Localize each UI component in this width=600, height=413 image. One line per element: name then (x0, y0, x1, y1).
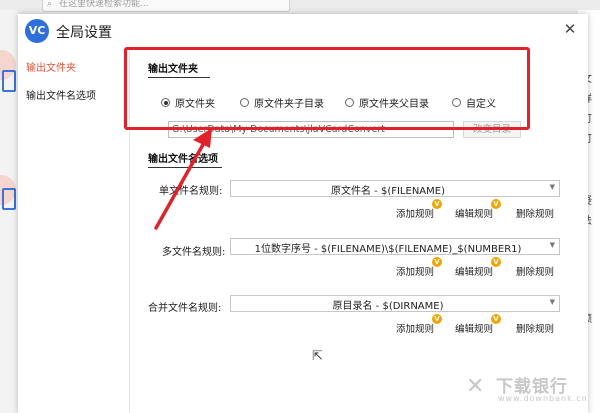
mouse-cursor-icon: ⇱ (312, 349, 323, 364)
radio-unchecked-icon (240, 98, 249, 107)
merge-file-rule-label: 合并文件名规则: (148, 303, 222, 314)
radio-unchecked-icon (345, 98, 354, 107)
nav-item-output-folder[interactable]: 输出文件夹 (26, 59, 76, 74)
vip-badge-icon: V (491, 199, 501, 209)
radio-original-subfolder[interactable]: 原文件夹子目录 (240, 95, 324, 110)
edit-rule-link[interactable]: 编辑规则 (455, 321, 493, 335)
dialog-title: 全局设置 (56, 25, 112, 41)
output-path-input[interactable] (168, 121, 454, 138)
dropdown-caret-icon: ▼ (549, 183, 555, 191)
edit-rule-link[interactable]: 编辑规则 (455, 206, 493, 220)
delete-rule-link[interactable]: 删除规则 (516, 264, 554, 278)
search-icon: ⌕ (47, 0, 53, 9)
background-search-input: ⌕ 在这里快速检索功能... (42, 0, 290, 12)
background-document-icon (2, 70, 16, 92)
watermark-logo-icon: ✕ (466, 374, 485, 399)
vip-badge-icon: V (432, 199, 442, 209)
dialog-title-bar: VC 全局设置 ✕ (18, 14, 588, 46)
vip-badge-icon: V (491, 314, 501, 324)
settings-nav: 输出文件夹 输出文件名选项 (18, 47, 130, 413)
output-folder-section-title: 输出文件夹 (148, 60, 210, 78)
dropdown-caret-icon: ▼ (549, 298, 555, 306)
vip-badge-icon: V (432, 257, 442, 267)
radio-original-parent-folder[interactable]: 原文件夹父目录 (345, 95, 429, 110)
radio-checked-icon (161, 98, 170, 107)
delete-rule-link[interactable]: 删除规则 (516, 206, 554, 220)
merge-file-rule-select[interactable]: 原目录名 - $(DIRNAME) ▼ (230, 295, 560, 312)
single-file-rule-label: 单文件名规则: (159, 186, 223, 197)
change-directory-button[interactable]: 改变目录 (463, 121, 521, 138)
search-placeholder: 在这里快速检索功能... (59, 0, 149, 9)
edit-rule-link[interactable]: 编辑规则 (455, 264, 493, 278)
background-document-icon (2, 188, 16, 210)
close-icon[interactable]: ✕ (562, 21, 578, 37)
watermark: ✕ 下载银行 www.downbank.cn (462, 370, 598, 410)
radio-custom[interactable]: 自定义 (452, 95, 496, 110)
single-file-rule-select[interactable]: 原文件名 - $(FILENAME) ▼ (230, 180, 560, 197)
global-settings-dialog: VC 全局设置 ✕ 输出文件夹 输出文件名选项 输出文件夹 原文件夹 原文件夹子… (18, 14, 588, 413)
nav-item-filename-options[interactable]: 输出文件名选项 (26, 87, 96, 102)
radio-original-folder[interactable]: 原文件夹 (161, 95, 215, 110)
app-logo-icon: VC (25, 19, 49, 43)
add-rule-link[interactable]: 添加规则 (396, 321, 434, 335)
background-left-strip (0, 10, 18, 413)
add-rule-link[interactable]: 添加规则 (396, 206, 434, 220)
filename-options-section-title: 输出文件名选项 (148, 150, 222, 168)
add-rule-link[interactable]: 添加规则 (396, 264, 434, 278)
multi-file-rule-label: 多文件名规则: (162, 247, 226, 258)
multi-file-rule-select[interactable]: 1位数字序号 - $(FILENAME)\$(FILENAME)_$(NUMBE… (230, 238, 560, 255)
watermark-url: www.downbank.cn (498, 394, 588, 403)
radio-unchecked-icon (452, 98, 461, 107)
dropdown-caret-icon: ▼ (549, 241, 555, 249)
vip-badge-icon: V (491, 257, 501, 267)
settings-content: 输出文件夹 原文件夹 原文件夹子目录 原文件夹父目录 自定义 改变目录 输出文件… (129, 47, 588, 413)
delete-rule-link[interactable]: 删除规则 (516, 321, 554, 335)
vip-badge-icon: V (432, 314, 442, 324)
